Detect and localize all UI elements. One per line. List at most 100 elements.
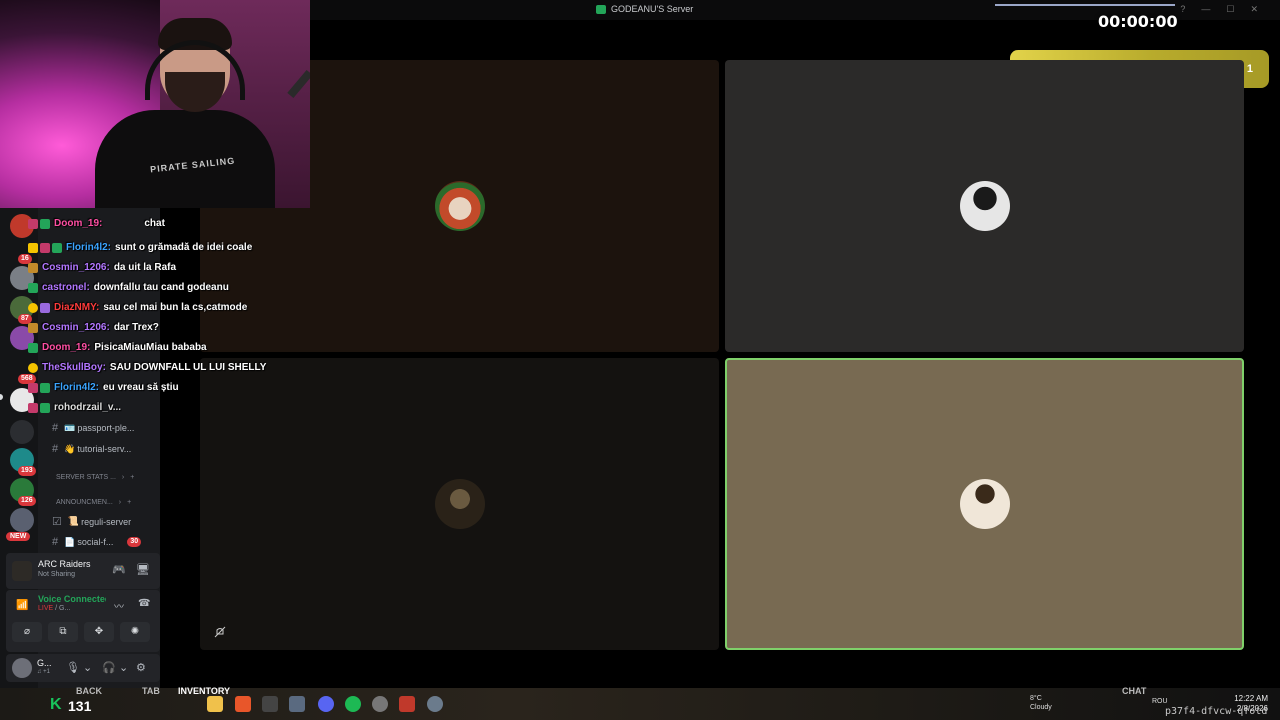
chevron-down-icon[interactable]: ⌄ <box>119 661 128 674</box>
live-label: LIVE <box>38 605 54 612</box>
chat-badges <box>28 402 50 413</box>
weather-desc: Cloudy <box>1030 704 1052 711</box>
voice-subtitle: LIVE / G... <box>38 605 70 612</box>
unread-badge: 126 <box>18 496 36 506</box>
participant-avatar <box>959 181 1010 231</box>
chat-badges <box>28 322 38 333</box>
screen-share-icon[interactable]: 🖥 <box>136 563 150 576</box>
category-header[interactable]: ANNOUNCMEN... › + <box>56 499 131 506</box>
chevron-right-icon: › <box>118 499 122 506</box>
user-status: ♫ +1 <box>37 669 51 675</box>
channel-item[interactable]: # 📄 social-f... 30 <box>52 536 142 548</box>
game-k-key: K <box>50 696 62 713</box>
chat-username: DiazNMY: <box>54 302 100 313</box>
share-status: Not Sharing <box>38 571 75 578</box>
chat-badges <box>28 282 38 293</box>
disconnect-icon[interactable]: ☎ <box>138 598 150 609</box>
channel-name: tutorial-serv... <box>77 444 132 454</box>
camera-off-button[interactable]: ⌀ <box>12 622 42 642</box>
category-name: ANNOUNCMEN... <box>56 499 113 506</box>
soundboard-button[interactable]: ✺ <box>120 622 150 642</box>
help-icon[interactable]: ? <box>1180 4 1185 15</box>
spotify-icon[interactable] <box>345 696 361 712</box>
gear-icon[interactable]: ⚙ <box>136 661 146 674</box>
chat-text: SAU DOWNFALL UL LUI SHELLY <box>109 362 267 373</box>
unread-badge: 30 <box>127 537 142 547</box>
language-indicator[interactable]: ROU <box>1152 698 1168 705</box>
participant-avatar <box>434 181 485 231</box>
channel-emoji: 👋 <box>64 443 76 454</box>
leader-count: 1 <box>1246 63 1253 75</box>
chat-username: Doom_19: <box>42 342 91 353</box>
category-header[interactable]: SERVER STATS ... › + <box>56 474 134 481</box>
chat-username: TheSkullBoy: <box>42 362 106 373</box>
avatar[interactable] <box>12 658 32 678</box>
file-explorer-icon[interactable] <box>207 696 223 712</box>
chat-text: sunt o grămadă de idei coale <box>115 242 253 253</box>
rules-icon: ☑ <box>52 516 62 528</box>
chat-message: castronel: downfallu tau cand godeanu <box>28 282 229 293</box>
game-tab-hint: TAB <box>142 686 160 696</box>
noise-suppression-icon[interactable]: 〰 <box>114 598 124 613</box>
selected-pip <box>0 394 3 400</box>
voice-tile-3[interactable] <box>200 358 719 650</box>
chat-message: DiazNMY: sau cel mai bun la cs,catmode <box>28 302 247 313</box>
add-channel-icon[interactable]: + <box>130 474 134 481</box>
voice-panel: 📶 Voice Connected LIVE / G... 〰 ☎ ⌀ ⧉ ✥ … <box>6 590 160 652</box>
channel-item[interactable]: # 👋 tutorial-serv... <box>52 443 131 455</box>
chat-username: castronel: <box>42 282 90 293</box>
minimize-icon[interactable]: — <box>1201 4 1210 15</box>
controller-icon[interactable]: 🎮 <box>112 563 126 576</box>
channel-emoji: 📜 <box>67 516 80 526</box>
folder-icon[interactable] <box>10 420 34 444</box>
settings-icon[interactable] <box>427 696 443 712</box>
taskbar: K 131 BACK TAB INVENTORY CHAT 8°C Cloudy… <box>0 686 1280 720</box>
chat-message: rohodrzail_v... <box>28 402 121 413</box>
game-counter: 131 <box>68 698 92 714</box>
add-channel-icon[interactable]: + <box>127 499 131 506</box>
server-icon[interactable] <box>10 508 34 532</box>
chat-username: Florin4l2: <box>54 382 100 393</box>
app-icon[interactable] <box>262 696 278 712</box>
chevron-down-icon[interactable]: ⌄ <box>83 661 92 674</box>
signal-icon: 📶 <box>16 600 29 611</box>
chat-message: Cosmin_1206: da uit la Rafa <box>28 262 176 273</box>
app-icon[interactable] <box>289 696 305 712</box>
webcam-body <box>95 110 275 208</box>
participant-avatar <box>434 479 485 529</box>
weather-widget[interactable]: 8°C Cloudy <box>1030 694 1052 712</box>
channel-item[interactable]: ☑ 📜 reguli-server <box>52 515 131 528</box>
app-icon[interactable] <box>372 696 388 712</box>
close-icon[interactable]: ✕ <box>1250 4 1258 15</box>
voice-channel: / G... <box>55 605 71 612</box>
chat-message: Doom_19: chat <box>28 218 165 229</box>
game-chat-hint: CHAT <box>1122 686 1147 696</box>
voice-tile-2[interactable] <box>725 60 1244 352</box>
clock-time: 12:22 AM <box>1234 694 1268 703</box>
channel-item[interactable]: # 🪪 passport-ple... <box>52 422 134 434</box>
discord-icon[interactable] <box>318 696 334 712</box>
chat-text: rohodrzail_v... <box>54 402 122 413</box>
voice-tile-4-speaking[interactable] <box>725 358 1244 650</box>
game-icon <box>12 561 32 581</box>
game-back-hint: BACK <box>76 686 102 696</box>
overlay-code: p37f4-dfvcw-qfotd <box>1165 706 1268 717</box>
maximize-icon[interactable]: ☐ <box>1226 4 1234 15</box>
game-name: ARC Raiders <box>38 559 91 569</box>
channel-name: social-f... <box>77 537 114 547</box>
screen-share-button[interactable]: ⧉ <box>48 622 78 642</box>
hash-icon: # <box>52 443 59 455</box>
chat-text: chat <box>144 218 165 229</box>
headphones-icon[interactable]: 🎧 <box>102 661 116 674</box>
channel-emoji: 🪪 <box>64 422 76 433</box>
brave-icon[interactable] <box>235 696 251 712</box>
activities-button[interactable]: ✥ <box>84 622 114 642</box>
app-icon[interactable] <box>399 696 415 712</box>
chat-username: Doom_19: <box>54 218 103 229</box>
chat-text: dar Trex? <box>113 322 159 333</box>
category-name: SERVER STATS ... <box>56 474 116 481</box>
chat-text: PisicaMiauMiau bababa <box>94 342 207 353</box>
microphone-icon[interactable]: 🎙 <box>66 661 80 674</box>
chat-message: Doom_19: PisicaMiauMiau bababa <box>28 342 207 353</box>
user-panel: G... ♫ +1 🎙 ⌄ 🎧 ⌄ ⚙ <box>6 654 160 682</box>
